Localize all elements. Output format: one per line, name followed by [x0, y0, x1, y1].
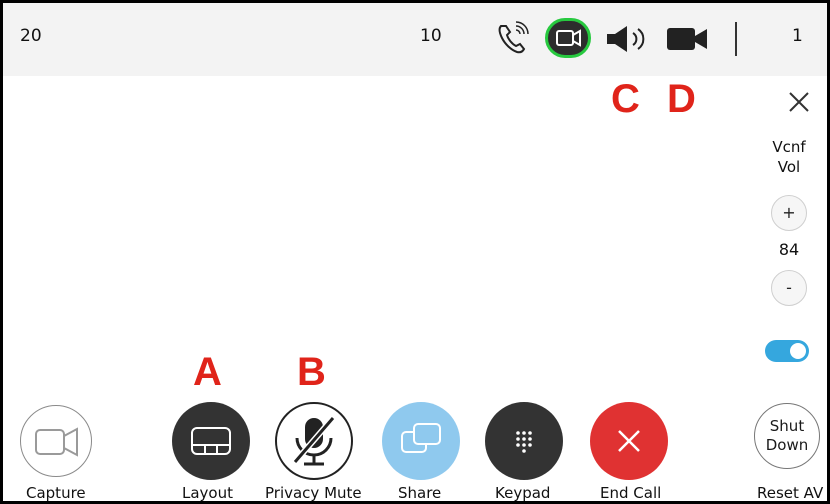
close-call-icon — [618, 430, 640, 452]
volume-label-line2: Vol — [777, 158, 801, 176]
marker-c: C — [611, 77, 640, 121]
marker-d: D — [667, 77, 696, 121]
status-value-left: 20 — [20, 26, 42, 46]
close-icon[interactable] — [785, 88, 813, 116]
shutdown-label-line1: Shut — [769, 417, 805, 435]
keypad-icon — [516, 431, 532, 453]
speaker-icon[interactable] — [603, 22, 651, 56]
share-button[interactable] — [382, 402, 460, 480]
capture-label: Capture — [26, 484, 86, 502]
toggle-knob — [790, 343, 806, 359]
status-value-right: 1 — [792, 26, 803, 46]
volume-down-button[interactable]: - — [771, 270, 807, 306]
end-call-button[interactable] — [590, 402, 668, 480]
volume-value: 84 — [778, 240, 800, 259]
share-label: Share — [398, 484, 442, 502]
marker-b: B — [297, 350, 326, 394]
shutdown-button[interactable]: Shut Down — [754, 403, 820, 469]
keypad-button[interactable] — [485, 402, 563, 480]
privacy-mute-label: Privacy Mute — [265, 484, 362, 502]
layout-label: Layout — [182, 484, 233, 502]
marker-a: A — [193, 350, 222, 394]
mic-muted-icon — [292, 416, 336, 466]
privacy-mute-button[interactable] — [275, 402, 353, 480]
capture-camera-icon — [35, 427, 78, 457]
camera-icon[interactable] — [665, 24, 711, 54]
volume-up-button[interactable]: + — [771, 195, 807, 231]
reset-av-label[interactable]: Reset AV — [757, 484, 823, 502]
status-value-center: 10 — [420, 26, 442, 46]
video-camera-icon[interactable] — [545, 18, 591, 58]
volume-toggle[interactable] — [765, 340, 809, 362]
shutdown-label-line2: Down — [765, 436, 809, 454]
volume-label: Vcnf Vol — [760, 137, 818, 177]
volume-label-line1: Vcnf — [772, 138, 806, 156]
end-call-label: End Call — [600, 484, 662, 502]
layout-button[interactable] — [172, 402, 250, 480]
status-divider — [735, 22, 737, 56]
share-icon — [401, 423, 441, 453]
capture-button[interactable] — [20, 405, 92, 477]
layout-icon — [191, 427, 231, 455]
keypad-label: Keypad — [495, 484, 551, 502]
phone-call-icon[interactable] — [495, 20, 535, 56]
